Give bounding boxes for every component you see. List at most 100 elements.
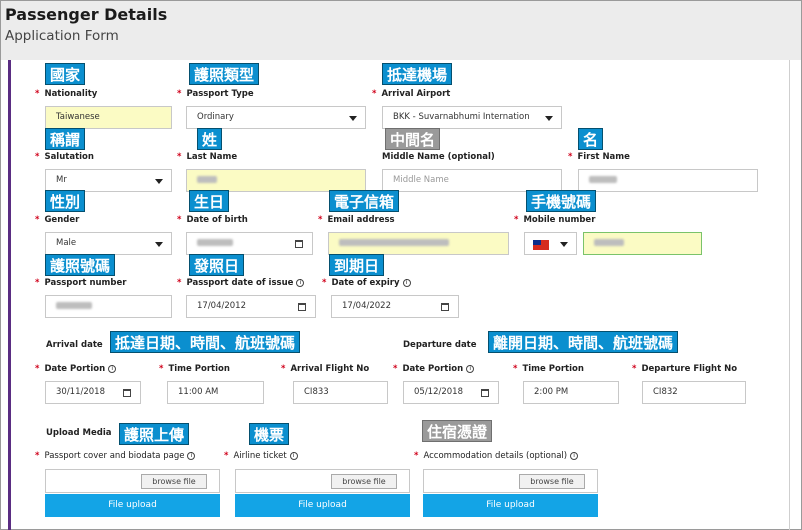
email-field[interactable] [328, 232, 509, 255]
email-label: * Email address [318, 215, 395, 225]
dob-field[interactable] [186, 232, 313, 255]
tag-arrival-info: 抵達日期、時間、航班號碼 [110, 331, 301, 353]
nationality-field[interactable]: Taiwanese [45, 106, 172, 129]
expiry-date-field[interactable]: 17/04/2022 [331, 295, 459, 318]
browse-file-button[interactable]: browse file [141, 474, 207, 489]
chevron-down-icon [560, 242, 568, 247]
calendar-icon[interactable] [481, 389, 489, 397]
tag-passport-upload: 護照上傳 [119, 423, 190, 445]
chevron-down-icon [545, 116, 553, 121]
redacted-text [197, 176, 217, 183]
right-divider [789, 60, 790, 530]
file-upload-button[interactable]: File upload [423, 494, 598, 517]
arrival-time-portion-label: * Time Portion [159, 364, 230, 374]
arrival-airport-select[interactable]: BKK - Suvarnabhumi Internation [382, 106, 562, 129]
arrival-time-field[interactable]: 11:00 AM [167, 381, 264, 404]
accommodation-file-input[interactable]: browse file [423, 469, 598, 493]
tag-middle-name: 中間名 [385, 128, 441, 150]
tag-dob: 生日 [189, 190, 230, 212]
passport-number-field[interactable] [45, 295, 172, 318]
file-upload-button[interactable]: File upload [45, 494, 220, 517]
accent-bar [8, 60, 11, 530]
mobile-label: * Mobile number [514, 215, 596, 225]
tag-gender: 性別 [45, 190, 86, 212]
salutation-select[interactable]: Mr [45, 169, 172, 192]
issue-date-label: * Passport date of issue i [177, 278, 305, 288]
info-icon[interactable]: i [466, 364, 475, 373]
expiry-date-label: * Date of expiry i [322, 278, 411, 288]
tag-airline-ticket: 機票 [249, 423, 290, 445]
gender-value: Male [56, 238, 77, 248]
browse-file-button[interactable]: browse file [519, 474, 585, 489]
tag-nationality: 國家 [45, 63, 86, 85]
tag-arrival-airport: 抵達機場 [382, 63, 453, 85]
tag-first-name: 名 [578, 128, 604, 150]
passport-number-label: * Passport number [35, 278, 127, 288]
passport-type-select[interactable]: Ordinary [186, 106, 366, 129]
country-code-select[interactable] [524, 232, 577, 255]
info-icon[interactable]: i [296, 278, 305, 287]
salutation-label: * Salutation [35, 152, 94, 162]
middle-name-label: Middle Name (optional) [382, 152, 495, 162]
accommodation-label: * Accommodation details (optional) i [414, 451, 579, 461]
issue-date-field[interactable]: 17/04/2012 [186, 295, 316, 318]
gender-select[interactable]: Male [45, 232, 172, 255]
arrival-date-field[interactable]: 30/11/2018 [45, 381, 141, 404]
passport-file-input[interactable]: browse file [45, 469, 220, 493]
first-name-field[interactable] [578, 169, 758, 192]
departure-flight-label: * Departure Flight No [632, 364, 738, 374]
page-title: Passenger Details [5, 5, 168, 24]
departure-time-portion-label: * Time Portion [513, 364, 584, 374]
arrival-date-heading: Arrival date [46, 340, 103, 350]
info-icon[interactable]: i [108, 364, 117, 373]
departure-date-heading: Departure date [403, 340, 477, 350]
mobile-number-field[interactable] [583, 232, 702, 255]
departure-flight-field[interactable]: CI832 [642, 381, 746, 404]
file-upload-button[interactable]: File upload [235, 494, 410, 517]
last-name-field[interactable] [186, 169, 366, 192]
first-name-label: * First Name [568, 152, 630, 162]
passport-type-value: Ordinary [197, 112, 234, 122]
tag-accommodation: 住宿憑證 [422, 420, 493, 442]
nationality-label: * Nationality [35, 89, 98, 99]
salutation-value: Mr [56, 175, 67, 185]
departure-date-value: 05/12/2018 [414, 387, 463, 397]
issue-date-value: 17/04/2012 [197, 301, 246, 311]
calendar-icon[interactable] [295, 240, 303, 248]
page-header: Passenger Details Application Form [1, 1, 801, 60]
airline-ticket-file-input[interactable]: browse file [235, 469, 410, 493]
tag-mobile: 手機號碼 [526, 190, 597, 212]
airline-ticket-label: * Airline ticket i [224, 451, 298, 461]
upload-media-heading: Upload Media [46, 428, 112, 438]
info-icon[interactable]: i [402, 278, 411, 287]
departure-date-field[interactable]: 05/12/2018 [403, 381, 499, 404]
gender-label: * Gender [35, 215, 80, 225]
redacted-text [589, 176, 617, 183]
calendar-icon[interactable] [298, 303, 306, 311]
expiry-date-value: 17/04/2022 [342, 301, 391, 311]
calendar-icon[interactable] [441, 303, 449, 311]
departure-date-portion-label: * Date Portion i [393, 364, 475, 374]
page-subtitle: Application Form [5, 28, 119, 44]
passport-upload-widget: browse file File upload [45, 469, 220, 517]
dob-label: * Date of birth [177, 215, 248, 225]
browse-file-button[interactable]: browse file [331, 474, 397, 489]
taiwan-flag-icon [533, 240, 549, 250]
arrival-airport-label: * Arrival Airport [372, 89, 451, 99]
redacted-text [56, 302, 92, 309]
arrival-flight-field[interactable]: CI833 [293, 381, 388, 404]
tag-passport-number: 護照號碼 [45, 254, 116, 276]
middle-name-field[interactable]: Middle Name [382, 169, 562, 192]
tag-salutation: 稱謂 [45, 128, 86, 150]
arrival-date-value: 30/11/2018 [56, 387, 105, 397]
middle-name-placeholder: Middle Name [393, 175, 449, 185]
calendar-icon[interactable] [123, 389, 131, 397]
arrival-flight-label: * Arrival Flight No [281, 364, 370, 374]
info-icon[interactable]: i [570, 451, 579, 460]
chevron-down-icon [349, 116, 357, 121]
chevron-down-icon [155, 242, 163, 247]
info-icon[interactable]: i [289, 451, 298, 460]
airline-ticket-upload-widget: browse file File upload [235, 469, 410, 517]
info-icon[interactable]: i [187, 451, 196, 460]
departure-time-field[interactable]: 2:00 PM [523, 381, 619, 404]
